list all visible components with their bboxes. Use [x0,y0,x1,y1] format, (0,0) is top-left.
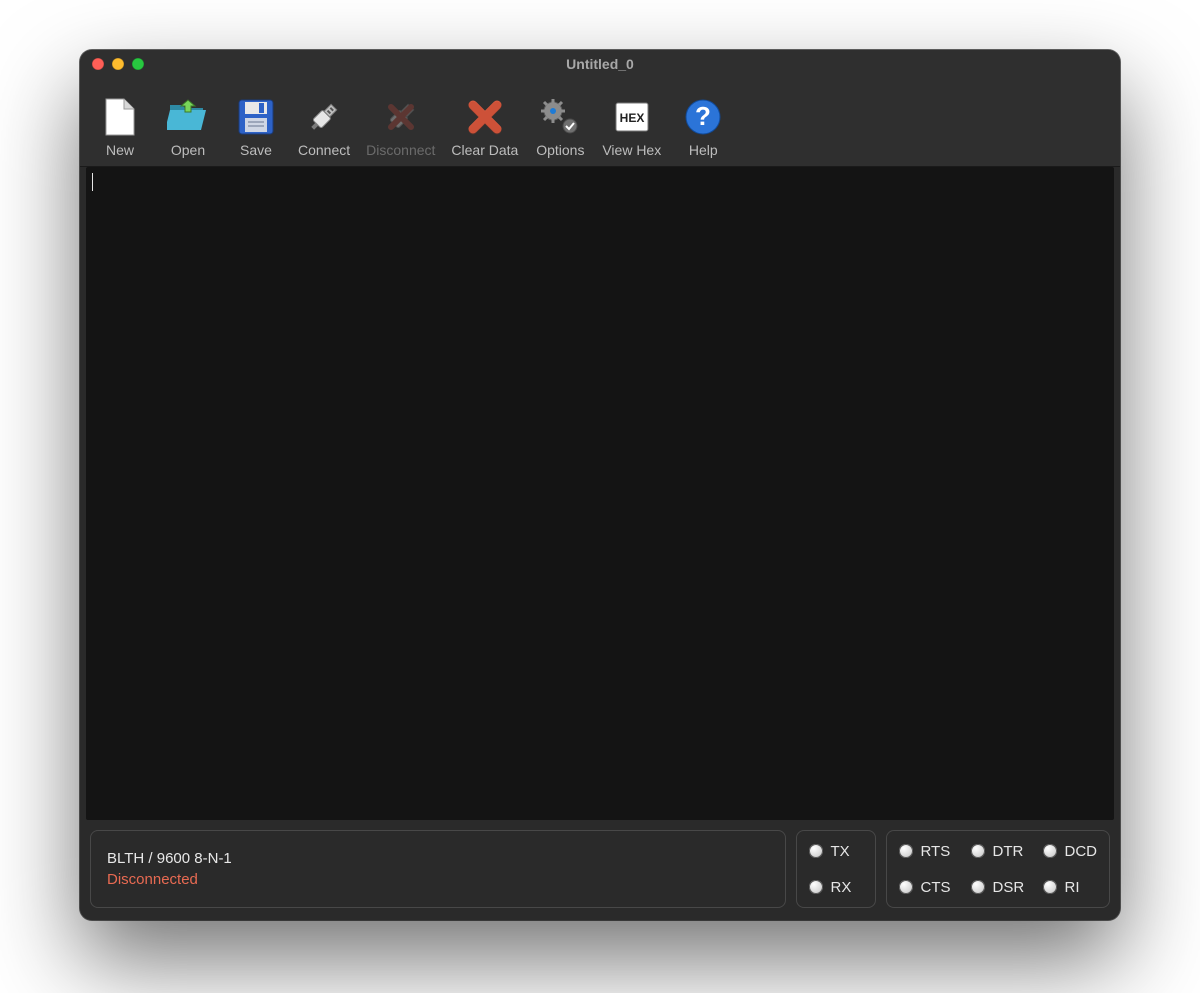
rts-indicator[interactable]: RTS [899,843,953,860]
port-settings-text: BLTH / 9600 8-N-1 [107,850,232,867]
save-floppy-icon [235,96,277,138]
clear-x-icon [464,96,506,138]
clear-label: Clear Data [451,142,518,158]
view-hex-button[interactable]: HEX View Hex [594,94,669,160]
options-button[interactable]: Options [526,94,594,160]
usb-disconnect-icon [380,96,422,138]
ri-indicator: RI [1043,879,1098,896]
open-folder-icon [167,96,209,138]
new-label: New [106,142,134,158]
connect-label: Connect [298,142,350,158]
cts-indicator: CTS [899,879,953,896]
tx-indicator: TX [809,843,863,860]
dcd-indicator: DCD [1043,843,1098,860]
led-icon [809,880,823,894]
led-icon [899,880,913,894]
usb-plug-icon [303,96,345,138]
connection-state-text: Disconnected [107,871,198,888]
titlebar: Untitled_0 [80,50,1120,78]
tx-rx-panel: TX RX [796,830,876,908]
dsr-label: DSR [993,879,1025,896]
save-label: Save [240,142,272,158]
clear-data-button[interactable]: Clear Data [443,94,526,160]
open-button[interactable]: Open [154,94,222,160]
help-button[interactable]: ? Help [669,94,737,160]
options-label: Options [536,142,584,158]
viewhex-label: View Hex [602,142,661,158]
help-label: Help [689,142,718,158]
dtr-label: DTR [993,843,1024,860]
hex-icon: HEX [611,96,653,138]
window-close-button[interactable] [92,58,104,70]
svg-text:HEX: HEX [619,111,644,125]
window-title: Untitled_0 [80,56,1120,72]
disconnect-button: Disconnect [358,94,443,160]
gears-icon [539,96,581,138]
rx-indicator: RX [809,879,863,896]
led-icon [1043,880,1057,894]
open-label: Open [171,142,205,158]
window-minimize-button[interactable] [112,58,124,70]
cts-label: CTS [921,879,951,896]
new-button[interactable]: New [86,94,154,160]
led-icon [971,844,985,858]
connection-panel: BLTH / 9600 8-N-1 Disconnected [90,830,786,908]
tx-label: TX [831,843,850,860]
help-icon: ? [682,96,724,138]
led-icon [1043,844,1057,858]
led-icon [971,880,985,894]
svg-text:?: ? [695,101,711,131]
rts-label: RTS [921,843,951,860]
connect-button[interactable]: Connect [290,94,358,160]
led-icon [809,844,823,858]
led-icon [899,844,913,858]
ri-label: RI [1065,879,1080,896]
window-zoom-button[interactable] [132,58,144,70]
new-file-icon [99,96,141,138]
dsr-indicator: DSR [971,879,1025,896]
status-bar: BLTH / 9600 8-N-1 Disconnected TX RX RTS [80,820,1120,920]
toolbar: New Open [80,78,1120,167]
app-window: Untitled_0 New [80,50,1120,920]
dcd-label: DCD [1065,843,1098,860]
disconnect-label: Disconnect [366,142,435,158]
dtr-indicator[interactable]: DTR [971,843,1025,860]
rx-label: RX [831,879,852,896]
terminal-output[interactable] [86,167,1114,820]
control-lines-panel: RTS CTS DTR DSR DCD [886,830,1111,908]
save-button[interactable]: Save [222,94,290,160]
text-caret [92,173,93,191]
